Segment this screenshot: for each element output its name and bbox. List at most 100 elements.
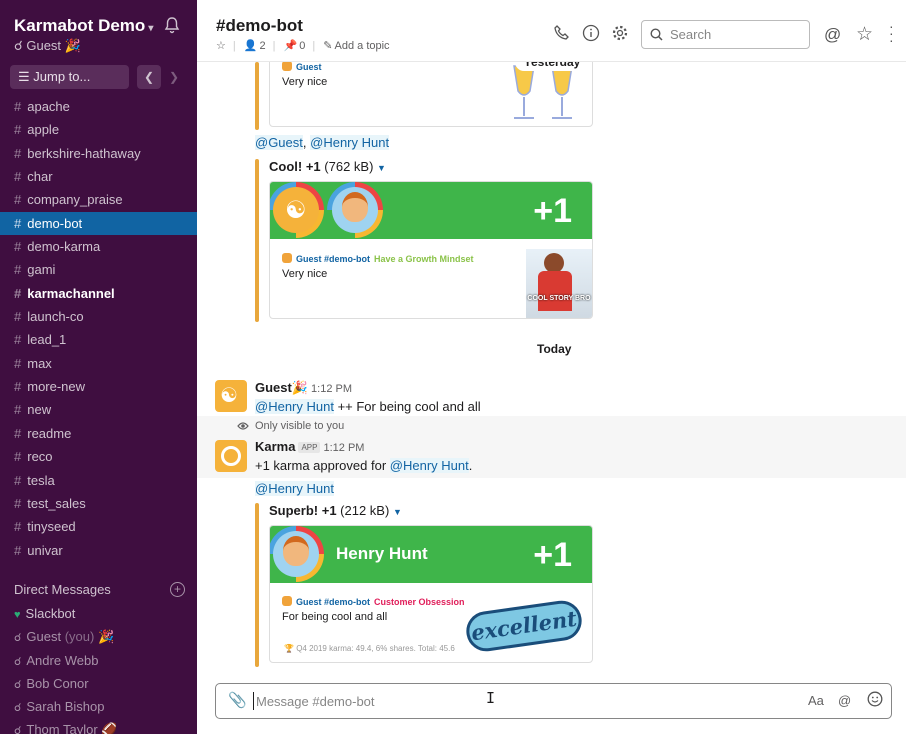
sidebar-channel-gami[interactable]: # gami: [0, 258, 197, 281]
mentions-icon[interactable]: @: [824, 25, 844, 45]
message-input[interactable]: Message #demo-bot: [256, 694, 375, 709]
current-user[interactable]: ☌ Guest 🎉: [14, 38, 81, 54]
karma-sender[interactable]: Karma: [255, 439, 295, 454]
jump-icon: ☰: [18, 69, 34, 84]
mention-henry[interactable]: @Henry Hunt: [255, 399, 334, 414]
paperclip-icon[interactable]: 📎: [228, 691, 247, 709]
starred-icon[interactable]: ☆: [856, 23, 876, 45]
dm-item[interactable]: ♥ Slackbot: [0, 602, 197, 625]
pin-icon[interactable]: 📌: [284, 40, 298, 52]
sidebar-channel-company_praise[interactable]: # company_praise: [0, 188, 197, 211]
card-sender: Guest #demo-bot Customer Obsession: [282, 596, 465, 607]
mention-henry[interactable]: @Henry Hunt: [255, 481, 334, 496]
channel-name: company_praise: [27, 192, 123, 208]
sidebar-channel-new[interactable]: # new: [0, 398, 197, 421]
cool-story-gif: COOL STORY BRO: [526, 249, 592, 318]
emoji-icon[interactable]: [867, 691, 883, 710]
dm-item[interactable]: ☌ Guest (you) 🎉: [0, 625, 197, 648]
cool-karma-image[interactable]: ☯ +1 Guest #demo-bot Have a Growth Mindse…: [269, 181, 593, 319]
karma-time[interactable]: 1:12 PM: [323, 442, 364, 454]
plus-one: +1: [533, 192, 572, 230]
add-dm-icon[interactable]: +: [170, 582, 185, 597]
channel-name: more-new: [27, 379, 86, 395]
eye-icon: [237, 422, 249, 430]
format-button[interactable]: Aa: [808, 693, 824, 708]
sidebar-channel-lead_1[interactable]: # lead_1: [0, 328, 197, 351]
channel-name: test_sales: [27, 495, 86, 511]
member-count[interactable]: 2: [260, 40, 266, 52]
add-topic-link[interactable]: Add a topic: [335, 40, 390, 52]
mention-henry[interactable]: @Henry Hunt: [389, 458, 469, 473]
caret-down-icon[interactable]: ▼: [393, 507, 402, 517]
guest-time[interactable]: 1:12 PM: [311, 383, 352, 395]
caret-down-icon[interactable]: ▼: [377, 163, 386, 173]
dm-name: Thom Taylor: [26, 722, 98, 734]
workspace-menu[interactable]: Karmabot Demo ▾: [14, 16, 153, 36]
notifications-bell-icon[interactable]: [163, 16, 181, 39]
message-pane: Guest Very nice Yesterday @Guest, @Henry…: [197, 62, 906, 674]
dm-item[interactable]: ☌ Thom Taylor 🏈: [0, 718, 197, 734]
app-badge: APP: [298, 442, 321, 453]
superb-card-title[interactable]: Superb! +1 (212 kB) ▼: [269, 503, 402, 518]
dm-item[interactable]: ☌ Bob Conor: [0, 672, 197, 695]
dm-item[interactable]: ☌ Andre Webb: [0, 649, 197, 672]
sidebar-channel-apache[interactable]: # apache: [0, 95, 197, 118]
superb-karma-image[interactable]: Henry Hunt +1 Guest #demo-bot Customer Ob…: [269, 525, 593, 663]
sidebar-channel-tinyseed[interactable]: # tinyseed: [0, 515, 197, 538]
sidebar-channel-readme[interactable]: # readme: [0, 422, 197, 445]
forward-button[interactable]: ❯: [162, 65, 186, 89]
sidebar-channel-more-new[interactable]: # more-new: [0, 375, 197, 398]
yesterday-divider: Yesterday: [515, 62, 589, 71]
channel-name: char: [27, 169, 53, 185]
sidebar-channel-reco[interactable]: # reco: [0, 445, 197, 468]
sidebar-channel-test_sales[interactable]: # test_sales: [0, 492, 197, 515]
channel-header: #demo-bot ☆ | 👤 2 | 📌 0 | ✎ Add a topic Search…: [197, 0, 906, 62]
search-placeholder: Search: [670, 27, 712, 42]
hash-icon: #: [14, 355, 22, 371]
search-input[interactable]: Search: [641, 20, 810, 49]
sidebar-channel-demo-karma[interactable]: # demo-karma: [0, 235, 197, 258]
channel-name: demo-bot: [27, 215, 83, 231]
mention-henry[interactable]: @Henry Hunt: [310, 135, 390, 150]
dm-header[interactable]: Direct Messages: [14, 582, 111, 597]
guest-message-avatar[interactable]: ☯: [215, 380, 247, 412]
karma-avatar[interactable]: [215, 440, 247, 472]
mention-button[interactable]: @: [838, 693, 851, 708]
face-icon: [283, 536, 309, 566]
star-icon[interactable]: ☆: [216, 40, 226, 52]
presence-icon: ☌: [14, 702, 22, 715]
pin-count[interactable]: 0: [299, 40, 305, 52]
attachment-card[interactable]: Guest Very nice: [269, 62, 593, 127]
quote-bar: [255, 159, 259, 322]
sidebar-channel-berkshire-hathaway[interactable]: # berkshire-hathaway: [0, 142, 197, 165]
jump-label: Jump to...: [33, 69, 91, 84]
sidebar-channel-tesla[interactable]: # tesla: [0, 469, 197, 492]
hash-icon: #: [14, 425, 22, 441]
dm-item[interactable]: ☌ Sarah Bishop: [0, 695, 197, 718]
info-icon[interactable]: [582, 24, 602, 44]
back-button[interactable]: ❮: [137, 65, 161, 89]
sidebar-channel-demo-bot[interactable]: # demo-bot: [0, 211, 197, 236]
hash-icon: #: [14, 285, 22, 301]
sidebar-channel-apple[interactable]: # apple: [0, 118, 197, 141]
guest-sender[interactable]: Guest: [255, 380, 292, 395]
message-composer[interactable]: 📎 Message #demo-bot Aa @: [215, 683, 892, 719]
sidebar-channel-launch-co[interactable]: # launch-co: [0, 305, 197, 328]
jump-to-button[interactable]: ☰ Jump to...: [10, 65, 129, 89]
sidebar-channel-max[interactable]: # max: [0, 352, 197, 375]
members-icon[interactable]: 👤: [244, 40, 258, 52]
more-icon[interactable]: · · ·: [889, 19, 906, 47]
sidebar-channel-univar[interactable]: # univar: [0, 539, 197, 562]
sidebar-channel-karmachannel[interactable]: # karmachannel: [0, 282, 197, 305]
gear-icon[interactable]: [611, 24, 631, 44]
phone-icon[interactable]: [553, 24, 573, 44]
chevron-left-icon: ❮: [143, 70, 155, 84]
sidebar-channel-char[interactable]: # char: [0, 165, 197, 188]
guest-emoji: 🎉: [291, 380, 309, 395]
recipient-name: Henry Hunt: [336, 544, 428, 563]
face-icon: [342, 192, 368, 222]
dm-name: Andre Webb: [26, 652, 99, 668]
cool-card-title[interactable]: Cool! +1 (762 kB) ▼: [269, 159, 386, 174]
channel-title[interactable]: #demo-bot: [216, 16, 303, 36]
mention-guest[interactable]: @Guest: [255, 135, 303, 150]
